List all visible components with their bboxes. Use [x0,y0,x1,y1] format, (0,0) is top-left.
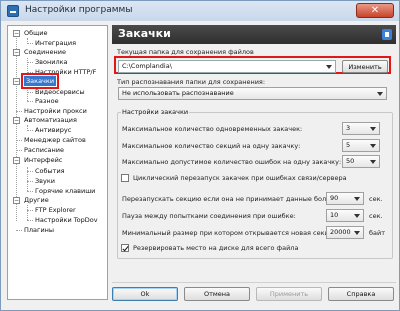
settings-window: Настройки программы ✕ − Общие Интеграция… [0,0,400,311]
tree-item-connection[interactable]: Соединение [24,47,66,57]
collapse-toggle-icon[interactable]: − [13,197,20,204]
max-sections-value: 5 [346,141,351,149]
max-sections-label: Максимальное количество секций на одну з… [122,142,301,150]
help-button[interactable]: Справка [328,287,394,301]
apply-button[interactable]: Применить [256,287,322,301]
window-title: Настройки программы [25,5,133,15]
footer-divider [112,282,396,283]
chevron-down-icon [370,144,376,148]
max-simultaneous-select[interactable]: 3 [342,122,380,135]
settings-tree: − Общие Интеграция − Соединение Звонилка… [7,25,108,300]
restart-section-select[interactable]: 90 [326,192,364,205]
tree-item-general[interactable]: Общие [24,28,47,38]
max-sections-select[interactable]: 5 [342,139,380,152]
folder-dropdown-button[interactable] [323,61,335,72]
max-errors-label: Максимально допустимое количество ошибок… [122,158,342,166]
chevron-down-icon [377,92,383,96]
tree-item-dialer[interactable]: Звонилка [35,57,68,67]
cancel-button[interactable]: Отмена [184,287,250,301]
download-settings-title: Настройки закачки [121,108,190,116]
chevron-down-icon [326,65,332,69]
max-errors-value: 50 [346,157,355,165]
tree-item-misc[interactable]: Разное [35,96,59,106]
min-section-label: Минимальный размер при котором открывает… [122,229,340,237]
recognition-label: Тип распознавания папки для сохранения: [117,78,266,86]
tree-item-downloads[interactable]: Закачки [20,73,60,89]
chevron-down-icon [354,197,360,201]
recognition-value: Не использовать распознавание [122,89,234,97]
max-simultaneous-label: Максимальное количество одновременных за… [122,125,303,133]
reserve-disk-label: Резервировать место на диске для всего ф… [133,244,299,252]
reserve-disk-checkbox[interactable] [121,244,129,252]
help-book-icon[interactable] [382,29,392,40]
min-section-unit: байт [369,229,386,237]
min-section-value: 20000 [330,228,351,236]
tree-item-antivirus[interactable]: Антивирус [35,125,71,135]
folder-label: Текущая папка для сохранения файлов [117,48,254,56]
collapse-toggle-icon[interactable]: − [13,78,20,85]
pause-retry-value: 10 [330,211,339,219]
tree-item-topdown-settings[interactable]: Настройки TopDov [35,215,98,225]
collapse-toggle-icon[interactable]: − [13,30,20,37]
recognition-select[interactable]: Не использовать распознавание [118,87,387,100]
tree-item-automation[interactable]: Автоматизация [24,115,77,125]
tree-item-site-manager[interactable]: Менеджер сайтов [24,135,86,145]
collapse-toggle-icon[interactable]: − [13,117,20,124]
min-section-select[interactable]: 20000 [326,226,364,239]
ok-button[interactable]: Ok [112,287,178,301]
page-title: Закачки [118,27,171,40]
close-button[interactable]: ✕ [356,3,394,18]
chevron-down-icon [370,160,376,164]
chevron-down-icon [354,231,360,235]
restart-section-unit: сек. [369,195,383,203]
tree-item-other[interactable]: Другие [24,195,49,205]
tree-item-schedule[interactable]: Расписание [24,145,64,155]
title-bar: Настройки программы ✕ [1,1,399,21]
tree-item-interface[interactable]: Интерфейс [24,155,62,165]
tree-item-ftp-explorer[interactable]: FTP Explorer [35,205,76,215]
cyclic-retry-label: Циклический перезапуск закачек при ошибк… [133,174,347,182]
download-folder-value: C:\Complandia\ [122,62,172,70]
app-icon [7,5,19,17]
max-errors-select[interactable]: 50 [342,155,380,168]
pause-retry-label: Пауза между попытками соединения при оши… [122,212,296,220]
pause-retry-unit: сек. [369,212,383,220]
downloads-settings-panel: Закачки Текущая папка для сохранения фай… [112,25,396,281]
restart-section-label: Перезапускать секцию если она не принима… [122,195,337,203]
chevron-down-icon [370,127,376,131]
pause-retry-select[interactable]: 10 [326,209,364,222]
tree-item-events[interactable]: События [35,166,65,176]
collapse-toggle-icon[interactable]: − [13,49,20,56]
cyclic-retry-checkbox[interactable] [121,174,129,182]
change-folder-button[interactable]: Изменить [342,60,388,73]
chevron-down-icon [354,214,360,218]
collapse-toggle-icon[interactable]: − [13,157,20,164]
tree-item-sounds[interactable]: Звуки [35,176,55,186]
page-header: Закачки [112,25,396,44]
restart-section-value: 90 [330,194,339,202]
max-simultaneous-value: 3 [346,124,351,132]
tree-item-plugins[interactable]: Плагины [24,225,54,235]
download-folder-input[interactable]: C:\Complandia\ [118,60,336,73]
